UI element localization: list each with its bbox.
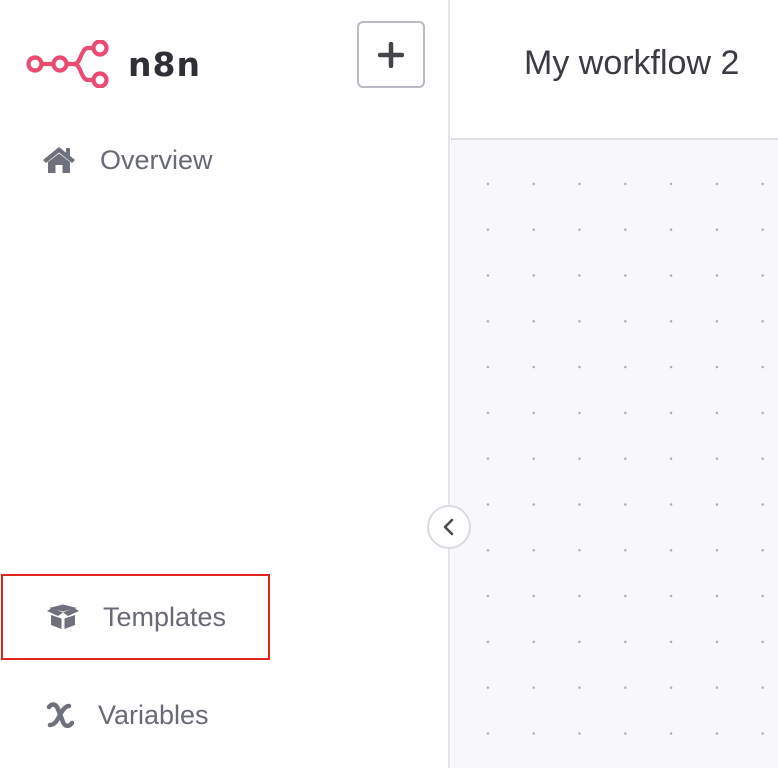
sidebar: n8n Overview Templates Variables — [0, 0, 450, 768]
sidebar-item-label: Variables — [98, 699, 209, 730]
collapse-sidebar-button[interactable] — [427, 505, 471, 549]
plus-icon — [378, 41, 404, 68]
workflow-title[interactable]: My workflow 2 — [524, 44, 739, 83]
box-open-icon — [47, 604, 79, 629]
sidebar-item-overview[interactable]: Overview — [42, 140, 213, 180]
n8n-logo-icon — [26, 40, 109, 88]
chevron-left-icon — [443, 518, 454, 536]
add-workflow-button[interactable] — [357, 21, 425, 88]
logo[interactable]: n8n — [26, 40, 201, 88]
sidebar-item-variables[interactable]: Variables — [46, 695, 209, 735]
sidebar-item-label: Templates — [103, 601, 227, 632]
logo-text: n8n — [128, 44, 201, 84]
variable-x-icon — [46, 702, 74, 729]
sidebar-item-label: Overview — [100, 144, 213, 175]
home-icon — [43, 147, 75, 173]
workflow-canvas[interactable] — [451, 140, 778, 768]
workflow-header: My workflow 2 — [451, 0, 778, 140]
sidebar-item-templates[interactable]: Templates — [1, 574, 270, 660]
